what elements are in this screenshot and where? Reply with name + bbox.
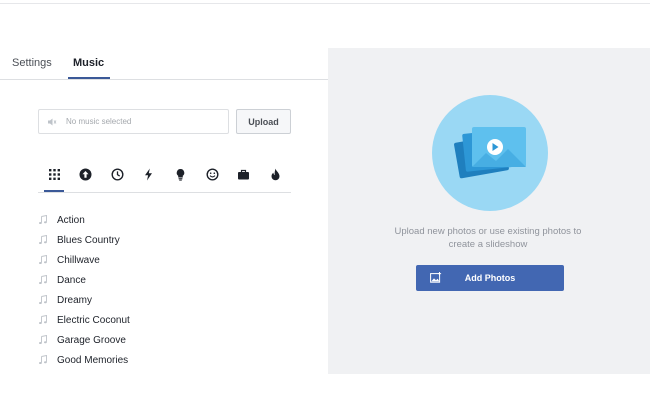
music-note-icon <box>39 255 47 264</box>
music-note-icon <box>39 315 47 324</box>
music-note-icon <box>39 215 47 224</box>
genre-name: Dreamy <box>57 294 93 306</box>
active-tab-indicator <box>68 77 110 79</box>
music-note-icon <box>39 275 47 284</box>
music-placeholder: No music selected <box>66 117 132 126</box>
list-item[interactable]: Good Memories <box>38 350 288 370</box>
genre-name: Dance <box>57 274 86 286</box>
photos-illustration <box>432 95 548 211</box>
music-note-icon <box>39 295 47 304</box>
list-item[interactable]: Action <box>38 210 288 230</box>
music-note-icon <box>39 335 47 344</box>
music-note-icon <box>39 235 47 244</box>
category-happy[interactable] <box>198 161 226 187</box>
list-item[interactable]: Dreamy <box>38 290 288 310</box>
genre-name: Action <box>57 214 85 226</box>
category-upbeat[interactable] <box>71 161 99 187</box>
category-energetic[interactable] <box>134 161 162 187</box>
smiley-icon <box>205 167 219 181</box>
music-note-icon <box>39 355 47 364</box>
genre-name: Electric Coconut <box>57 314 130 326</box>
add-photos-button[interactable]: Add Photos <box>416 265 564 291</box>
add-photos-label: Add Photos <box>464 273 516 283</box>
category-recent[interactable] <box>103 161 131 187</box>
tab-settings[interactable]: Settings <box>12 57 52 69</box>
tab-bar: Settings Music <box>0 48 328 80</box>
lightning-icon <box>144 168 152 180</box>
music-select-field[interactable]: No music selected <box>38 109 229 134</box>
genre-name: Good Memories <box>57 354 129 366</box>
genre-name: Chillwave <box>57 254 100 266</box>
tab-music[interactable]: Music <box>73 57 104 69</box>
photo-stack-icon <box>454 127 526 179</box>
slideshow-panel: Upload new photos or use existing photos… <box>328 48 650 374</box>
active-category-indicator <box>44 190 64 192</box>
list-item[interactable]: Garage Groove <box>38 330 288 350</box>
list-item[interactable]: Dance <box>38 270 288 290</box>
category-trending[interactable] <box>261 161 289 187</box>
list-item[interactable]: Electric Coconut <box>38 310 288 330</box>
genre-name: Garage Groove <box>57 334 126 346</box>
genre-list: Action Blues Country Chillwave Dance Dre… <box>38 210 288 370</box>
category-bar <box>38 161 291 193</box>
clock-icon <box>110 167 124 181</box>
category-inspiring[interactable] <box>166 161 194 187</box>
music-panel: Settings Music No music selected Upload <box>0 48 328 378</box>
lightbulb-icon <box>176 168 184 181</box>
flame-icon <box>271 168 279 180</box>
arrow-up-circle-icon <box>79 168 91 180</box>
genre-name: Blues Country <box>57 234 120 246</box>
slideshow-hint: Upload new photos or use existing photos… <box>394 226 582 250</box>
briefcase-icon <box>237 169 249 179</box>
list-item[interactable]: Chillwave <box>38 250 288 270</box>
category-all[interactable] <box>40 161 68 187</box>
upload-button[interactable]: Upload <box>236 109 291 134</box>
speaker-icon <box>48 118 57 125</box>
list-item[interactable]: Blues Country <box>38 230 288 250</box>
top-divider <box>0 0 650 4</box>
grid-icon <box>48 168 60 180</box>
category-business[interactable] <box>229 161 257 187</box>
